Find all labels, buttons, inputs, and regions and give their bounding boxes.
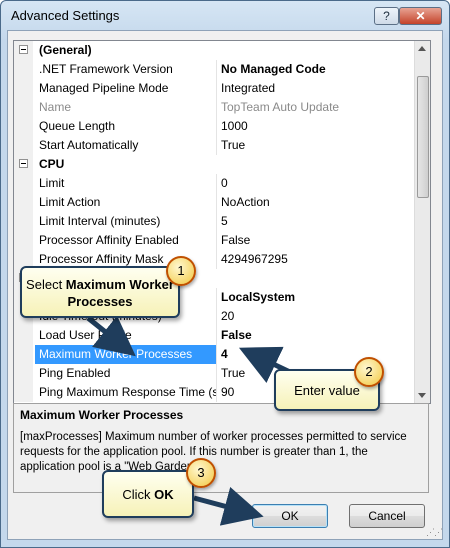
callout-2-badge: 2	[354, 357, 384, 387]
column-separator	[216, 345, 217, 364]
property-row[interactable]: Maximum Worker Processes 4	[14, 345, 413, 364]
property-value[interactable]: True	[221, 136, 411, 155]
scroll-thumb[interactable]	[417, 76, 429, 198]
collapse-icon[interactable]	[19, 159, 28, 168]
callout-2-text: Enter value	[294, 383, 360, 398]
property-value[interactable]: 0	[221, 174, 411, 193]
property-value[interactable]: LocalSystem	[221, 288, 411, 307]
column-separator	[216, 288, 217, 307]
property-row[interactable]: Managed Pipeline Mode Integrated	[14, 79, 413, 98]
row-gutter	[14, 98, 33, 117]
property-category[interactable]: (General)	[14, 41, 413, 60]
column-separator	[216, 98, 217, 117]
column-separator	[216, 117, 217, 136]
property-value[interactable]: False	[221, 231, 411, 250]
property-row[interactable]: Limit 0	[14, 174, 413, 193]
column-separator	[216, 212, 217, 231]
property-value[interactable]: TopTeam Auto Update	[221, 98, 411, 117]
collapse-icon[interactable]	[19, 45, 28, 54]
callout-3-prefix: Click	[122, 487, 155, 502]
row-gutter	[14, 326, 33, 345]
category-label: (General)	[39, 43, 92, 57]
callout-3-bold: OK	[154, 487, 174, 502]
description-text: [maxProcesses] Maximum number of worker …	[20, 431, 407, 473]
property-name: Limit	[39, 176, 65, 190]
column-separator	[216, 383, 217, 402]
description-panel: Maximum Worker Processes [maxProcesses] …	[13, 403, 429, 493]
column-separator	[216, 60, 217, 79]
property-value[interactable]: 4294967295	[221, 250, 411, 269]
column-separator	[216, 326, 217, 345]
row-gutter	[14, 117, 33, 136]
column-separator	[216, 136, 217, 155]
callout-select-max-worker-processes: Select Maximum Worker Processes	[20, 266, 180, 318]
row-gutter	[14, 193, 33, 212]
callout-1-badge: 1	[166, 256, 196, 286]
callout-1-prefix: Select	[26, 277, 66, 292]
property-row[interactable]: Load User Profile False	[14, 326, 413, 345]
help-button[interactable]: ?	[374, 7, 399, 25]
property-name: Queue Length	[39, 119, 116, 133]
property-name: Limit Action	[39, 195, 101, 209]
property-row[interactable]: .NET Framework Version No Managed Code	[14, 60, 413, 79]
resize-grip-icon[interactable]: ⋰⋰	[426, 527, 443, 538]
category-label: CPU	[39, 157, 65, 171]
property-name: Ping Enabled	[39, 366, 111, 380]
ok-button[interactable]: OK	[252, 504, 328, 528]
column-separator	[216, 364, 217, 383]
row-gutter	[14, 345, 33, 364]
property-name: Load User Profile	[39, 328, 132, 342]
property-name: Maximum Worker Processes	[35, 345, 216, 364]
property-value[interactable]: 5	[221, 212, 411, 231]
column-separator	[216, 307, 217, 326]
property-row[interactable]: Queue Length 1000	[14, 117, 413, 136]
property-grid-rows: (General) .NET Framework Version No Manage…	[14, 41, 413, 402]
property-name: .NET Framework Version	[39, 62, 173, 76]
property-grid-scrollbar[interactable]	[414, 41, 430, 403]
property-name: Name	[39, 100, 72, 114]
callout-click-ok: Click OK	[102, 470, 194, 518]
column-separator	[216, 174, 217, 193]
title-bar: Advanced Settings ? ✕	[1, 1, 449, 31]
property-row[interactable]: Name TopTeam Auto Update	[14, 98, 413, 117]
row-gutter	[14, 231, 33, 250]
property-name: Start Automatically	[39, 138, 139, 152]
row-gutter	[14, 79, 33, 98]
callout-1-bold: Maximum Worker Processes	[65, 277, 174, 309]
column-separator	[216, 231, 217, 250]
row-gutter	[14, 60, 33, 79]
row-gutter	[14, 174, 33, 193]
property-name: Ping Maximum Response Time (s	[39, 385, 216, 399]
property-row[interactable]: Limit Interval (minutes) 5	[14, 212, 413, 231]
row-gutter	[14, 212, 33, 231]
property-value[interactable]: 4	[221, 345, 411, 364]
column-separator	[216, 79, 217, 98]
property-category[interactable]: CPU	[14, 155, 413, 174]
property-row[interactable]: Processor Affinity Enabled False	[14, 231, 413, 250]
row-gutter	[14, 136, 33, 155]
property-value[interactable]: No Managed Code	[221, 60, 411, 79]
scroll-down-arrow-icon[interactable]	[418, 393, 426, 398]
property-grid[interactable]: (General) .NET Framework Version No Manage…	[13, 40, 431, 404]
property-name: Processor Affinity Enabled	[39, 233, 179, 247]
window-title: Advanced Settings	[11, 8, 120, 23]
property-value[interactable]: 20	[221, 307, 411, 326]
close-button[interactable]: ✕	[399, 7, 442, 25]
row-gutter	[14, 383, 33, 402]
row-gutter	[14, 364, 33, 383]
cancel-button[interactable]: Cancel	[349, 504, 425, 528]
callout-3-badge: 3	[186, 458, 216, 488]
property-value[interactable]: Integrated	[221, 79, 411, 98]
column-separator	[216, 193, 217, 212]
property-name: Limit Interval (minutes)	[39, 214, 161, 228]
property-row[interactable]: Start Automatically True	[14, 136, 413, 155]
column-separator	[216, 250, 217, 269]
property-row[interactable]: Limit Action NoAction	[14, 193, 413, 212]
scroll-up-arrow-icon[interactable]	[418, 46, 426, 51]
property-name: Managed Pipeline Mode	[39, 81, 169, 95]
property-value[interactable]: 1000	[221, 117, 411, 136]
property-value[interactable]: NoAction	[221, 193, 411, 212]
property-value[interactable]: False	[221, 326, 411, 345]
